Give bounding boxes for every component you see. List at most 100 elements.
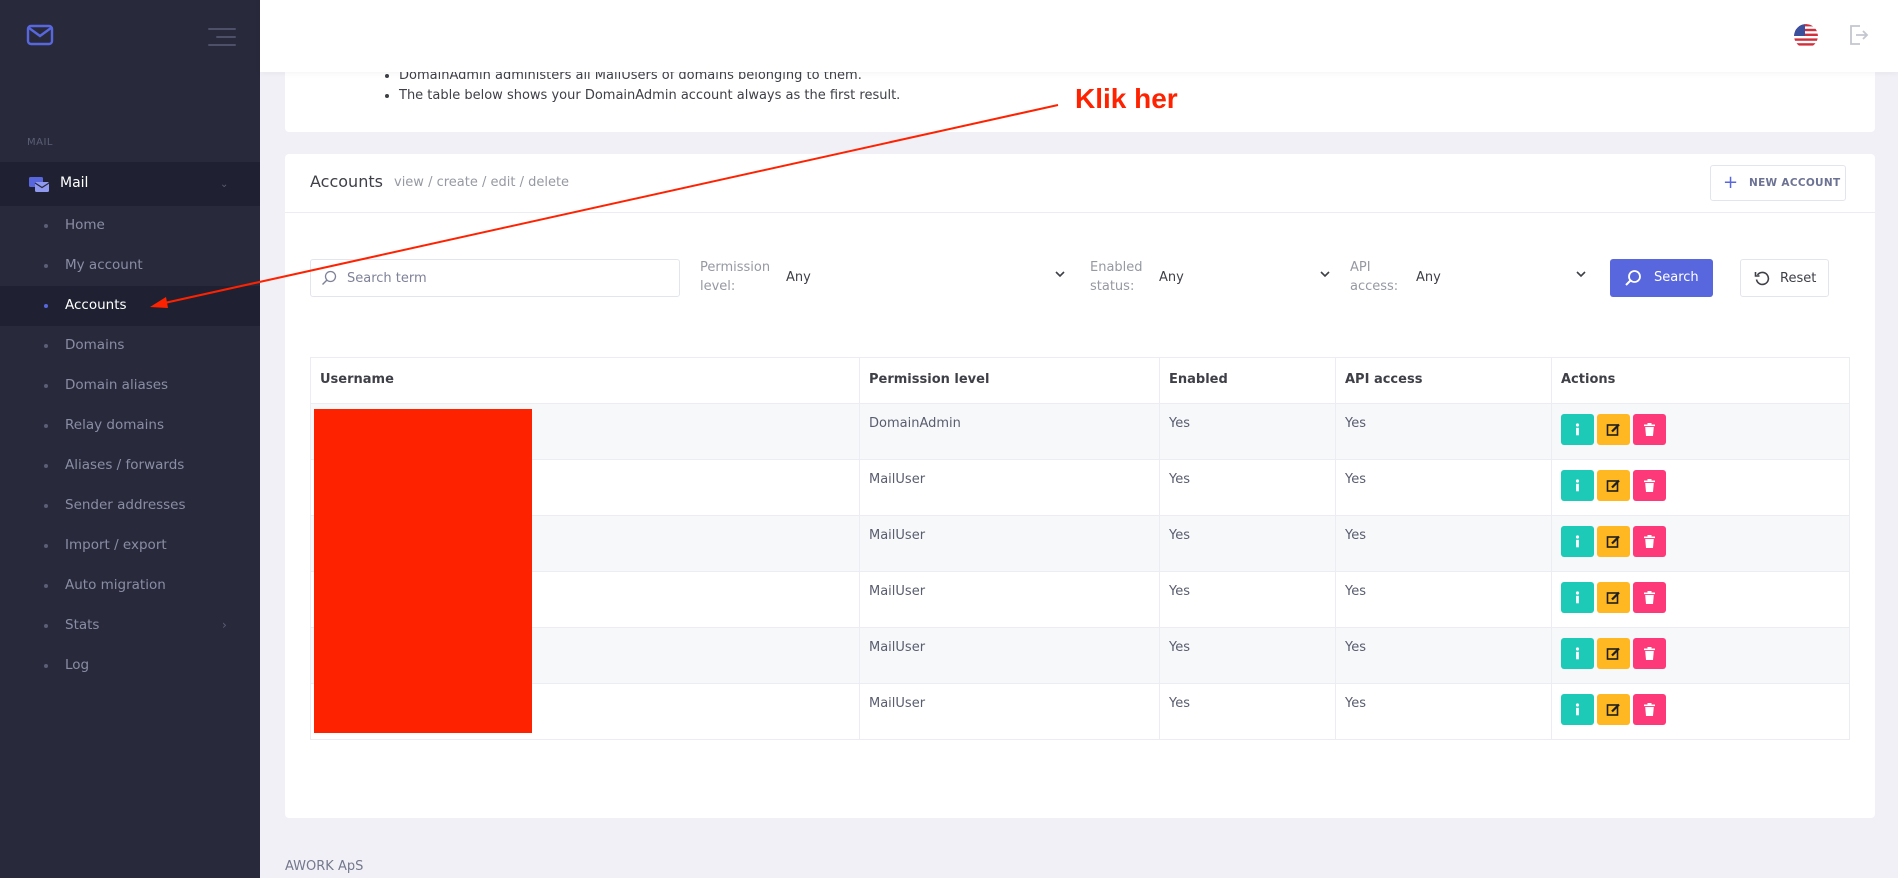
sidebar-group-mail[interactable]: Mail ⌄	[0, 162, 260, 206]
sidebar-group-label: Mail	[60, 175, 89, 191]
delete-button[interactable]	[1633, 638, 1666, 669]
sidebar-item-sender-addresses[interactable]: Sender addresses	[0, 486, 260, 526]
sidebar-item-label: Sender addresses	[65, 497, 186, 513]
delete-button[interactable]	[1633, 470, 1666, 501]
enabled-cell: Yes	[1159, 571, 1336, 628]
table-row: DomainAdmin Yes Yes	[310, 403, 1850, 460]
sidebar-item-aliases-forwards[interactable]: Aliases / forwards	[0, 446, 260, 486]
trash-icon	[1644, 591, 1655, 604]
enabled-status-label: Enabled status:	[1090, 258, 1143, 296]
delete-button[interactable]	[1633, 414, 1666, 445]
logout-icon[interactable]	[1846, 23, 1870, 47]
enabled-cell: Yes	[1159, 459, 1336, 516]
reset-button[interactable]: Reset	[1740, 259, 1829, 297]
sidebar-item-auto-migration[interactable]: Auto migration	[0, 566, 260, 606]
sidebar-item-home[interactable]: Home	[0, 206, 260, 246]
annotation-text: Klik her	[1075, 83, 1178, 114]
sidebar-item-log[interactable]: Log	[0, 646, 260, 686]
column-header-api-access[interactable]: API access	[1335, 357, 1552, 404]
actions-cell	[1551, 403, 1850, 460]
edit-icon	[1606, 479, 1620, 492]
enabled-cell: Yes	[1159, 627, 1336, 684]
info-button[interactable]	[1561, 582, 1594, 613]
sidebar-item-my-account[interactable]: My account	[0, 246, 260, 286]
delete-button[interactable]	[1633, 694, 1666, 725]
sidebar-item-domain-aliases[interactable]: Domain aliases	[0, 366, 260, 406]
actions-cell	[1551, 459, 1850, 516]
mailbox-icon	[29, 177, 50, 192]
chevron-down-icon	[1576, 271, 1586, 278]
sidebar-item-relay-domains[interactable]: Relay domains	[0, 406, 260, 446]
trash-icon	[1644, 703, 1655, 716]
edit-button[interactable]	[1597, 470, 1630, 501]
enabled-cell: Yes	[1159, 403, 1336, 460]
sidebar-item-label: Accounts	[65, 297, 127, 313]
sidebar-item-label: Domain aliases	[65, 377, 169, 393]
permission-cell: DomainAdmin	[859, 403, 1160, 460]
table-row: MailUser Yes Yes	[310, 571, 1850, 628]
permission-level-select[interactable]: Any	[786, 259, 1066, 297]
sidebar-item-domains[interactable]: Domains	[0, 326, 260, 366]
info-icon	[1575, 647, 1580, 660]
accounts-table-body: DomainAdmin Yes Yes MailUser Yes Yes MailUser Y…	[310, 403, 1850, 740]
edit-icon	[1606, 647, 1620, 660]
column-header-username[interactable]: Username	[310, 357, 860, 404]
edit-icon	[1606, 535, 1620, 548]
trash-icon	[1644, 423, 1655, 436]
edit-icon	[1606, 591, 1620, 604]
column-header-enabled[interactable]: Enabled	[1159, 357, 1336, 404]
redaction-block	[314, 409, 532, 733]
search-button[interactable]: Search	[1610, 259, 1713, 297]
sidebar-item-stats[interactable]: Stats ›	[0, 606, 260, 646]
info-button[interactable]	[1561, 414, 1594, 445]
info-button[interactable]	[1561, 694, 1594, 725]
info-button[interactable]	[1561, 470, 1594, 501]
info-list: DomainAdmin administers all MailUsers of…	[399, 66, 900, 106]
delete-button[interactable]	[1633, 582, 1666, 613]
permission-label-line: level:	[700, 279, 736, 294]
sidebar: MAIL Mail ⌄ Home My account Accounts Dom…	[0, 0, 260, 878]
edit-button[interactable]	[1597, 694, 1630, 725]
search-button-label: Search	[1654, 270, 1699, 285]
table-row: MailUser Yes Yes	[310, 627, 1850, 684]
permission-cell: MailUser	[859, 459, 1160, 516]
mail-logo-icon[interactable]	[26, 24, 54, 46]
info-icon	[1575, 703, 1580, 716]
edit-button[interactable]	[1597, 638, 1630, 669]
trash-icon	[1644, 647, 1655, 660]
sidebar-item-accounts[interactable]: Accounts	[0, 286, 260, 326]
info-button[interactable]	[1561, 638, 1594, 669]
sidebar-item-label: Aliases / forwards	[65, 457, 185, 473]
sidebar-item-import-export[interactable]: Import / export	[0, 526, 260, 566]
brand-area	[0, 0, 260, 72]
enabled-label-line: Enabled	[1090, 260, 1143, 275]
edit-button[interactable]	[1597, 414, 1630, 445]
card-subtitle: view / create / edit / delete	[394, 175, 570, 190]
api-access-select[interactable]: Any	[1416, 259, 1587, 297]
delete-button[interactable]	[1633, 526, 1666, 557]
info-button[interactable]	[1561, 526, 1594, 557]
column-header-permission[interactable]: Permission level	[859, 357, 1160, 404]
api-access-cell: Yes	[1335, 683, 1552, 740]
bullet-icon	[44, 304, 48, 308]
bullet-icon	[44, 624, 48, 628]
new-account-button[interactable]: + NEW ACCOUNT	[1710, 165, 1846, 201]
bullet-icon	[44, 384, 48, 388]
enabled-status-select[interactable]: Any	[1159, 259, 1331, 297]
edit-button[interactable]	[1597, 526, 1630, 557]
bullet-icon	[44, 504, 48, 508]
sidebar-toggle-icon[interactable]	[208, 26, 236, 48]
sidebar-item-label: My account	[65, 257, 143, 273]
sidebar-item-label: Home	[65, 217, 105, 233]
edit-icon	[1606, 703, 1620, 716]
chevron-down-icon	[1320, 271, 1330, 278]
edit-button[interactable]	[1597, 582, 1630, 613]
top-bar	[260, 0, 1898, 72]
reset-icon	[1754, 271, 1770, 286]
bullet-icon	[44, 584, 48, 588]
column-header-actions: Actions	[1551, 357, 1850, 404]
bullet-icon	[44, 664, 48, 668]
us-flag-icon[interactable]	[1794, 24, 1818, 48]
search-box[interactable]	[310, 259, 680, 297]
search-input[interactable]	[347, 268, 667, 288]
